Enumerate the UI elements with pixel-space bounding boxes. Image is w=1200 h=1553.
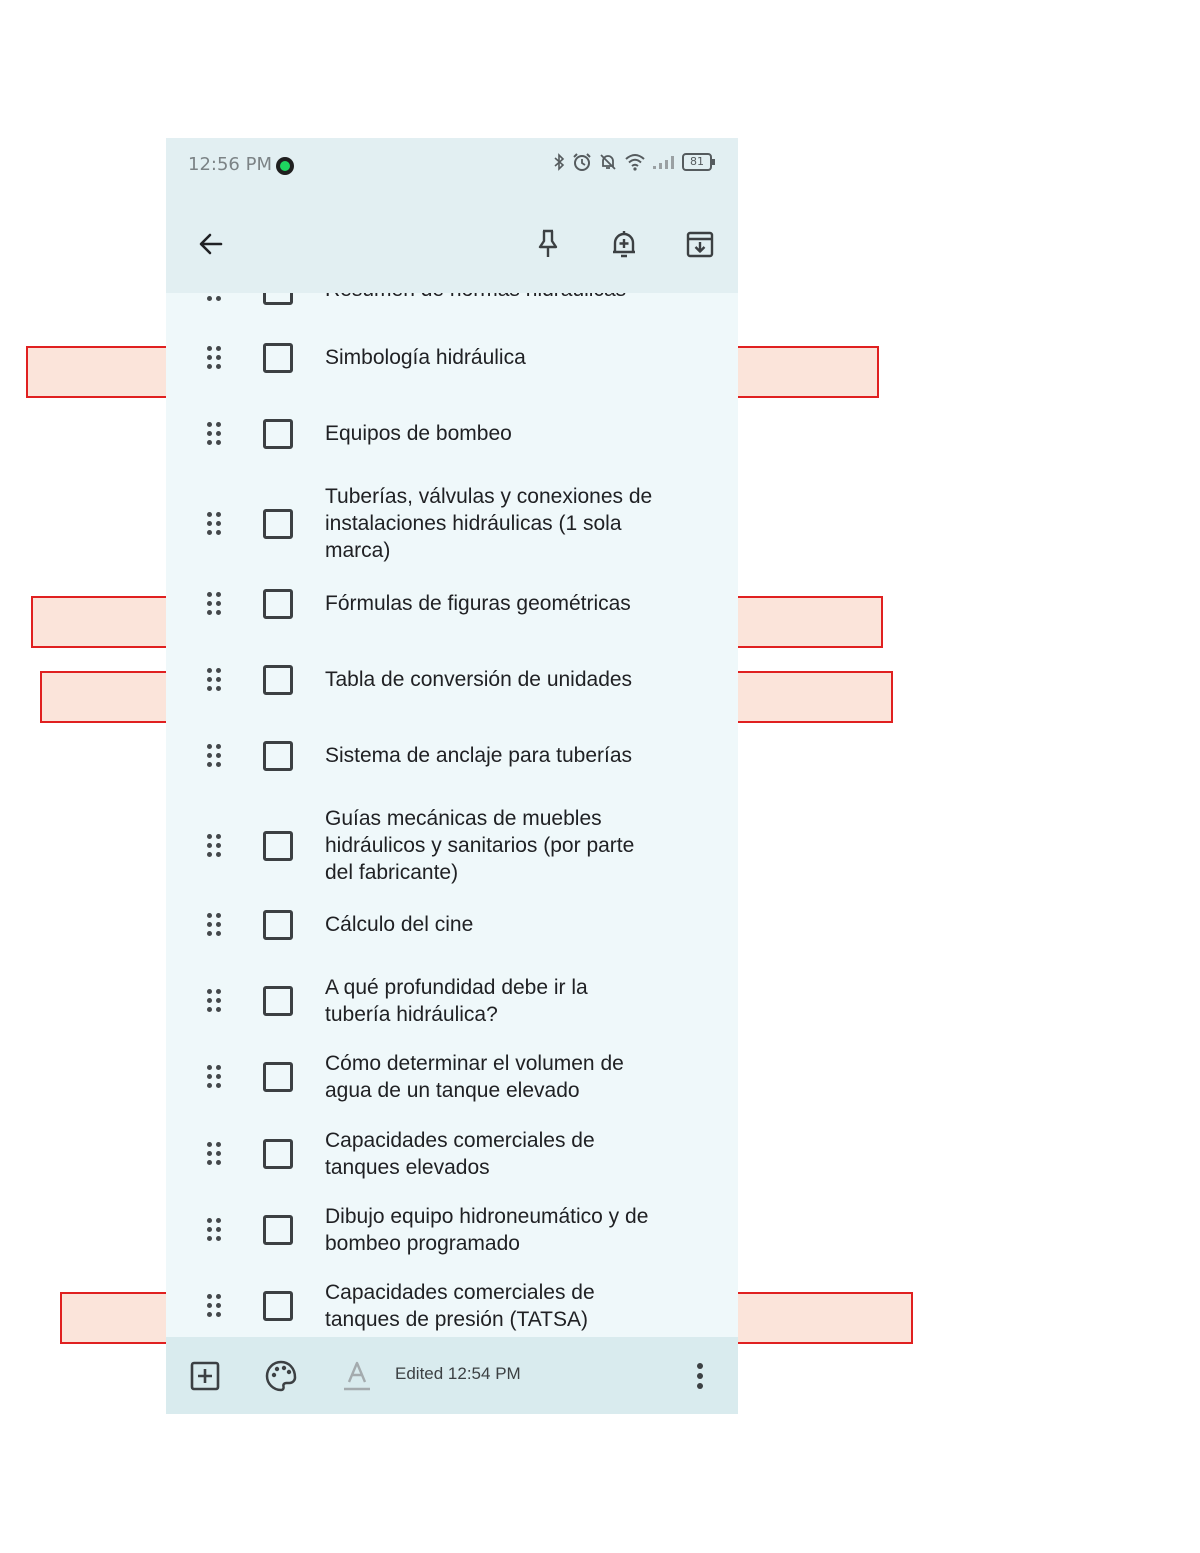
drag-handle-icon[interactable]: [205, 1140, 223, 1168]
text-format-icon: [344, 1361, 370, 1391]
checklist-item-text[interactable]: A qué profundidad debe ir la tubería hid…: [325, 974, 655, 1028]
checklist-item-text[interactable]: Dibujo equipo hidroneumático y de bombeo…: [325, 1203, 655, 1257]
checklist-item-text[interactable]: Capacidades comerciales de tanques eleva…: [325, 1127, 655, 1181]
battery-icon: 81: [682, 153, 715, 171]
pin-button[interactable]: [528, 224, 568, 264]
phone-screen: 12:56 PM 81 Resumen de normas hidráulica…: [166, 138, 738, 1414]
drag-handle-icon[interactable]: [205, 510, 223, 538]
background-color-button[interactable]: [262, 1357, 300, 1395]
status-time: 12:56 PM: [188, 154, 272, 175]
system-icons: 81: [552, 152, 715, 172]
drag-handle-icon[interactable]: [205, 344, 223, 372]
checklist-item-text[interactable]: Tabla de conversión de unidades: [325, 666, 655, 693]
checkbox[interactable]: [263, 1139, 293, 1169]
drag-handle-icon[interactable]: [205, 1292, 223, 1320]
archive-button[interactable]: [680, 224, 720, 264]
checkbox[interactable]: [263, 293, 293, 305]
checklist-item-text[interactable]: Capacidades comerciales de tanques de pr…: [325, 1279, 655, 1333]
checklist-item-text[interactable]: Cómo determinar el volumen de agua de un…: [325, 1050, 655, 1104]
drag-handle-icon[interactable]: [205, 832, 223, 860]
add-button[interactable]: [186, 1357, 224, 1395]
checklist-item-text[interactable]: Simbología hidráulica: [325, 344, 655, 371]
checklist-item-text[interactable]: Equipos de bombeo: [325, 420, 655, 447]
arrow-left-icon: [199, 233, 223, 255]
drag-handle-icon[interactable]: [205, 1063, 223, 1091]
checklist-item-text[interactable]: Fórmulas de figuras geométricas: [325, 590, 655, 617]
bell-off-icon: [600, 154, 616, 170]
checkbox[interactable]: [263, 588, 293, 619]
palette-icon: [265, 1360, 297, 1392]
drag-handle-icon[interactable]: [205, 590, 223, 618]
archive-icon: [686, 231, 714, 258]
drag-handle-icon[interactable]: [205, 1216, 223, 1244]
bell-plus-icon: [613, 231, 635, 258]
alarm-icon: [573, 153, 591, 171]
drag-handle-icon[interactable]: [205, 666, 223, 694]
checklist-item-text[interactable]: Tuberías, válvulas y conexiones de insta…: [325, 483, 655, 564]
status-bar: 12:56 PM 81: [166, 138, 738, 194]
checklist-item-text[interactable]: Sistema de anclaje para tuberías: [325, 742, 655, 769]
drag-handle-icon[interactable]: [205, 987, 223, 1015]
checkbox[interactable]: [263, 909, 293, 940]
bluetooth-icon: [554, 153, 565, 171]
add-box-icon: [190, 1361, 220, 1391]
checklist: Resumen de normas hidráulicas Simbología …: [166, 293, 738, 1337]
checkbox[interactable]: [263, 1291, 293, 1321]
more-vert-icon: [697, 1363, 703, 1389]
drag-handle-icon[interactable]: [205, 911, 223, 939]
checkbox[interactable]: [263, 418, 293, 449]
checklist-item-text[interactable]: Resumen de normas hidráulicas: [325, 293, 655, 303]
spotify-icon: [276, 157, 294, 175]
checklist-item-text[interactable]: Cálculo del cine: [325, 911, 655, 938]
signal-icon: [653, 156, 674, 169]
text-format-button[interactable]: [338, 1357, 376, 1395]
checkbox[interactable]: [263, 342, 293, 373]
more-options-button[interactable]: [681, 1357, 719, 1395]
bottom-toolbar: Edited 12:54 PM: [166, 1337, 738, 1414]
checkbox[interactable]: [263, 830, 293, 861]
top-toolbar: [166, 194, 738, 293]
checkbox[interactable]: [263, 1215, 293, 1245]
checkbox[interactable]: [263, 986, 293, 1016]
back-button[interactable]: [191, 224, 231, 264]
checkbox[interactable]: [263, 740, 293, 771]
checkbox[interactable]: [263, 1062, 293, 1092]
checklist-item-text[interactable]: Guías mecánicas de muebles hidráulicos y…: [325, 805, 655, 886]
wifi-icon: [625, 154, 645, 171]
edited-timestamp: Edited 12:54 PM: [395, 1364, 521, 1383]
checkbox[interactable]: [263, 508, 293, 539]
pin-icon: [538, 229, 558, 257]
reminder-button[interactable]: [604, 224, 644, 264]
drag-handle-icon[interactable]: [205, 293, 223, 304]
checkbox[interactable]: [263, 664, 293, 695]
drag-handle-icon[interactable]: [205, 742, 223, 770]
drag-handle-icon[interactable]: [205, 420, 223, 448]
